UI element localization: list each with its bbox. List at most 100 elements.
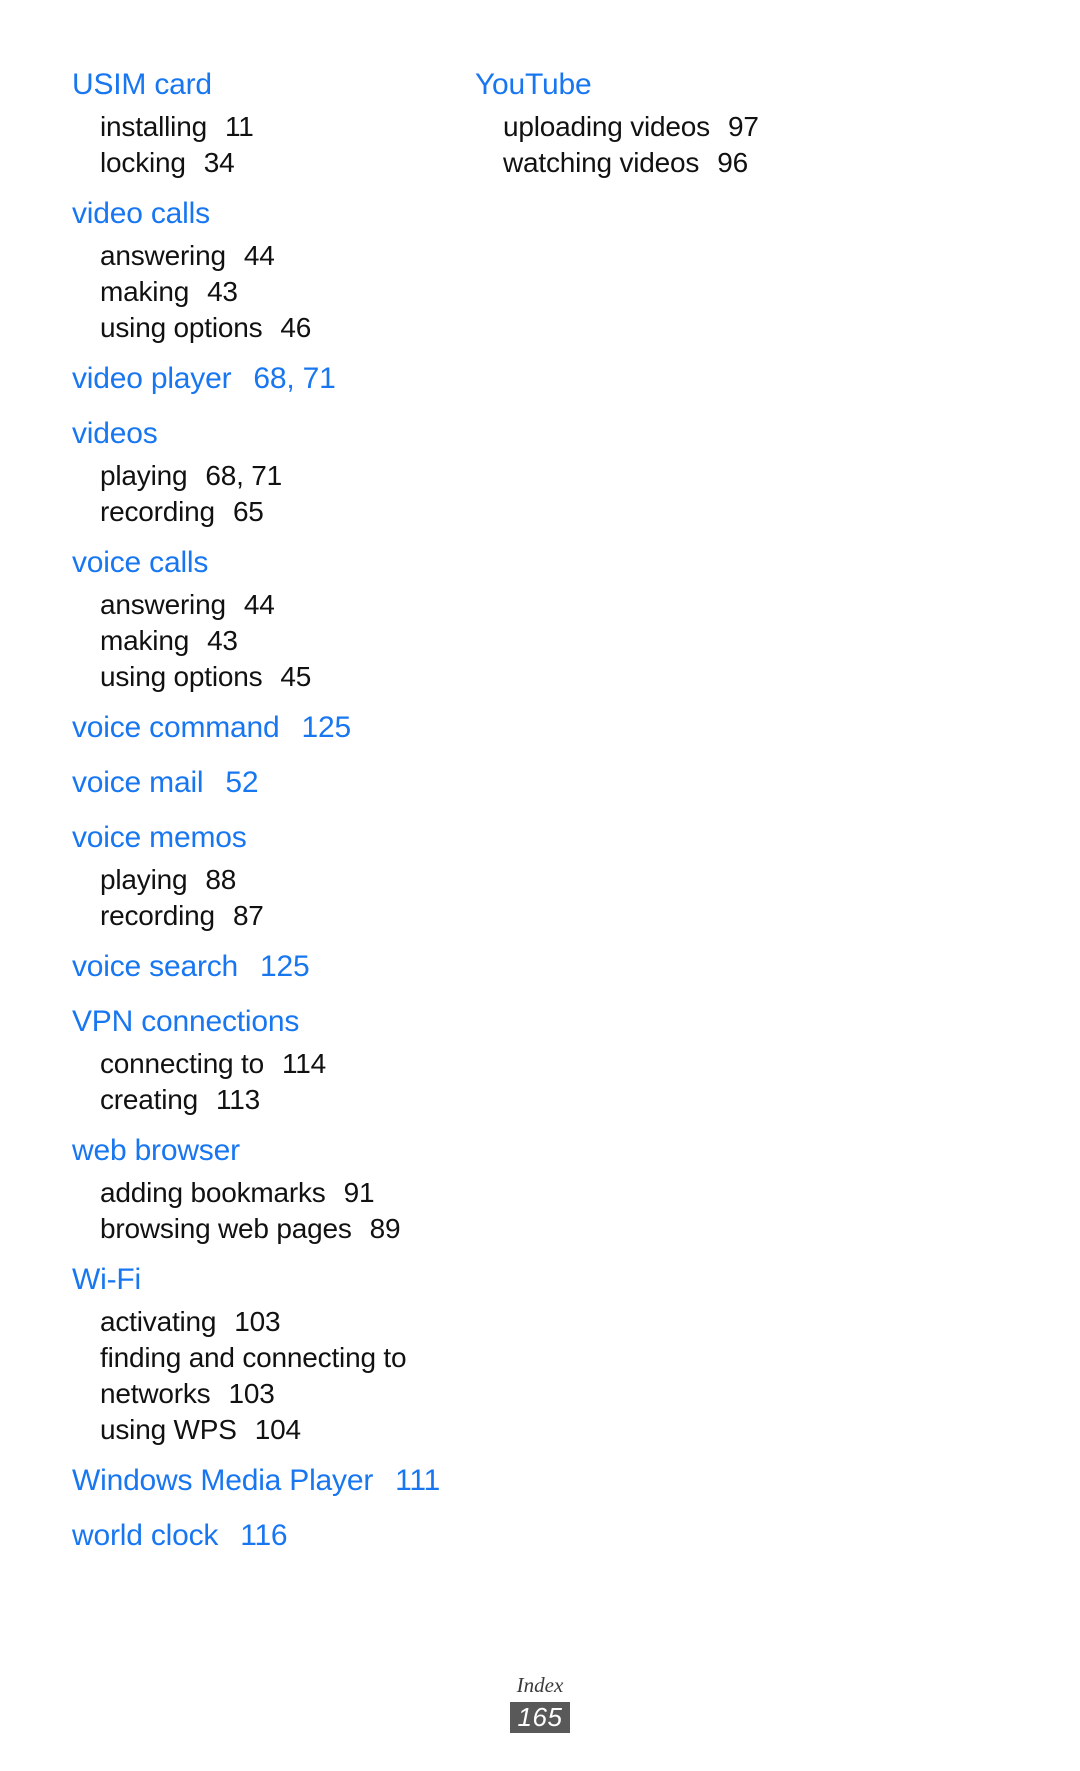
subentry-label: locking [100,147,186,178]
subentry-page-ref: 68, 71 [205,460,282,491]
index-group-world-clock: world clock 116 [72,1513,430,1558]
index-subentry[interactable]: locking 34 [72,145,430,181]
entry-label: video calls [72,197,210,230]
index-subentry[interactable]: installing 11 [72,109,430,145]
index-entry-voice-calls[interactable]: voice calls [72,540,430,585]
index-entry-voice-memos[interactable]: voice memos [72,815,430,860]
index-subentry[interactable]: creating 113 [72,1082,430,1118]
subentry-label: browsing web pages [100,1213,352,1244]
index-group-usim-card: USIM card installing 11 locking 34 [72,62,430,181]
index-entry-voice-mail[interactable]: voice mail 52 [72,760,430,805]
subentry-label: making [100,276,190,307]
entry-label: voice memos [72,821,247,854]
entry-label: world clock [72,1519,219,1552]
index-entry-windows-media-player[interactable]: Windows Media Player 111 [72,1458,440,1503]
index-subentry[interactable]: answering 44 [72,238,430,274]
entry-label: Wi-Fi [72,1263,141,1296]
index-group-youtube: YouTube uploading videos 97 watching vide… [475,62,990,181]
entry-page-ref: 125 [260,950,310,983]
index-group-videos: videos playing 68, 71 recording 65 [72,411,430,530]
subentry-page-ref: 96 [717,147,748,178]
index-entry-voice-search[interactable]: voice search 125 [72,944,430,989]
index-group-voice-search: voice search 125 [72,944,430,989]
index-subentry[interactable]: using options 46 [72,310,430,346]
index-subentry[interactable]: adding bookmarks 91 [72,1175,430,1211]
subentry-page-ref: 44 [243,589,275,620]
subentry-label: adding bookmarks [100,1177,326,1208]
index-subentry-continuation[interactable]: networks 103 [72,1376,430,1412]
entry-label: YouTube [475,68,592,101]
index-entry-voice-command[interactable]: voice command 125 [72,705,430,750]
index-entry-youtube[interactable]: YouTube [475,62,990,107]
index-entry-usim-card[interactable]: USIM card [72,62,430,107]
right-column: YouTube uploading videos 97 watching vide… [430,62,990,191]
subentry-page-ref: 103 [234,1306,281,1337]
entry-label: Windows Media Player [72,1464,374,1497]
subentry-label: uploading videos [503,111,710,142]
subentry-label: using options [100,661,263,692]
index-subentry[interactable]: playing 68, 71 [72,458,430,494]
entry-label: videos [72,417,158,450]
index-subentry[interactable]: playing 88 [72,862,430,898]
index-subentry[interactable]: using options 45 [72,659,430,695]
subentry-label: watching videos [503,147,700,178]
subentry-page-ref: 89 [369,1213,401,1244]
left-column: USIM card installing 11 locking 34 video c… [0,62,440,1568]
index-subentry[interactable]: recording 87 [72,898,430,934]
subentry-page-ref: 11 [224,111,254,142]
index-subentry[interactable]: finding and connecting to [72,1340,430,1376]
subentry-label: using WPS [100,1414,237,1445]
entry-label: VPN connections [72,1005,300,1038]
footer-section-label: Index [516,1673,564,1697]
index-subentry[interactable]: browsing web pages 89 [72,1211,430,1247]
subentry-page-ref: 43 [207,625,238,656]
subentry-page-ref: 46 [280,312,312,343]
subentry-page-ref: 43 [207,276,238,307]
index-entry-wi-fi[interactable]: Wi-Fi [72,1257,430,1302]
subentry-label: using options [100,312,263,343]
index-subentry[interactable]: connecting to 114 [72,1046,430,1082]
entry-label: voice command [72,711,280,744]
subentry-page-ref: 88 [205,864,237,895]
index-entry-world-clock[interactable]: world clock 116 [72,1513,430,1558]
index-entry-web-browser[interactable]: web browser [72,1128,430,1173]
subentry-label: answering [100,589,226,620]
entry-page-ref: 125 [301,711,352,744]
index-subentry[interactable]: using WPS 104 [72,1412,430,1448]
index-group-voice-calls: voice calls answering 44 making 43 using o… [72,540,430,695]
entry-label: web browser [72,1134,240,1167]
index-subentry[interactable]: recording 65 [72,494,430,530]
subentry-label: connecting to [100,1048,264,1079]
entry-label: USIM card [72,68,212,101]
index-entry-video-player[interactable]: video player 68, 71 [72,356,430,401]
index-subentry[interactable]: making 43 [72,274,430,310]
index-entry-video-calls[interactable]: video calls [72,191,430,236]
entry-page-ref: 52 [225,766,259,799]
entry-page-ref: 111 [395,1464,441,1497]
index-subentry[interactable]: uploading videos 97 [475,109,990,145]
subentry-label: answering [100,240,226,271]
subentry-page-ref: 65 [232,496,264,527]
index-group-voice-command: voice command 125 [72,705,430,750]
index-subentry[interactable]: watching videos 96 [475,145,990,181]
index-group-web-browser: web browser adding bookmarks 91 browsing … [72,1128,430,1247]
index-subentry[interactable]: activating 103 [72,1304,430,1340]
entry-label: voice search [72,950,239,983]
index-group-wi-fi: Wi-Fi activating 103 finding and connecti… [72,1257,430,1448]
index-group-vpn-connections: VPN connections connecting to 114 creatin… [72,999,430,1118]
subentry-page-ref: 113 [216,1084,261,1115]
entry-label: video player [72,362,232,395]
subentry-label: creating [100,1084,199,1115]
index-group-voice-memos: voice memos playing 88 recording 87 [72,815,430,934]
subentry-page-ref: 104 [254,1414,301,1445]
index-subentry[interactable]: making 43 [72,623,430,659]
entry-page-ref: 116 [240,1519,288,1552]
index-group-video-calls: video calls answering 44 making 43 using o… [72,191,430,346]
subentry-label: recording [100,900,215,931]
index-subentry[interactable]: answering 44 [72,587,430,623]
page-footer: Index 165 [0,1672,1080,1733]
subentry-label: making [100,625,190,656]
subentry-label: installing [100,111,207,142]
index-entry-vpn-connections[interactable]: VPN connections [72,999,430,1044]
index-entry-videos[interactable]: videos [72,411,430,456]
